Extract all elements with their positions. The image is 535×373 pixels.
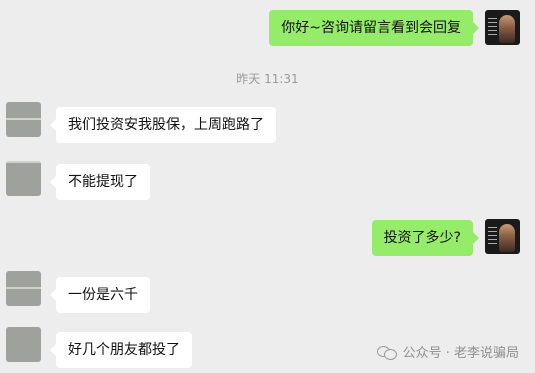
avatar-text-pattern: [488, 18, 497, 38]
avatar-text-pattern: [488, 227, 497, 247]
message-bubble-other[interactable]: 一份是六千: [50, 277, 150, 313]
avatar-portrait: [499, 224, 515, 252]
message-bubble-self[interactable]: 你好~咨询请留言看到会回复: [269, 10, 479, 46]
avatar-portrait: [499, 15, 515, 43]
self-avatar[interactable]: [485, 219, 520, 254]
avatar-band: [6, 287, 41, 289]
contact-avatar[interactable]: [6, 271, 41, 306]
message-bubble-other[interactable]: 好几个朋友都投了: [50, 332, 192, 368]
avatar-band: [6, 118, 41, 120]
message-bubble-self[interactable]: 投资了多少?: [371, 220, 480, 256]
contact-avatar[interactable]: [6, 161, 41, 196]
message-bubble-other[interactable]: 我们投资安我股保，上周跑路了: [50, 107, 276, 143]
wechat-logo-icon: [376, 345, 397, 360]
avatar-band: [6, 161, 41, 163]
self-avatar[interactable]: [485, 10, 520, 45]
watermark: 公众号 · 老李说骗局: [376, 342, 519, 361]
contact-avatar[interactable]: [6, 102, 41, 137]
contact-avatar[interactable]: [6, 327, 41, 362]
timestamp: 昨天 11:31: [236, 72, 299, 86]
watermark-text: 公众号 · 老李说骗局: [402, 346, 519, 361]
message-bubble-other[interactable]: 不能提现了: [50, 164, 150, 200]
chat-area: 你好~咨询请留言看到会回复 昨天 11:31 我们投资安我股保，上周跑路了 不能…: [0, 0, 535, 373]
